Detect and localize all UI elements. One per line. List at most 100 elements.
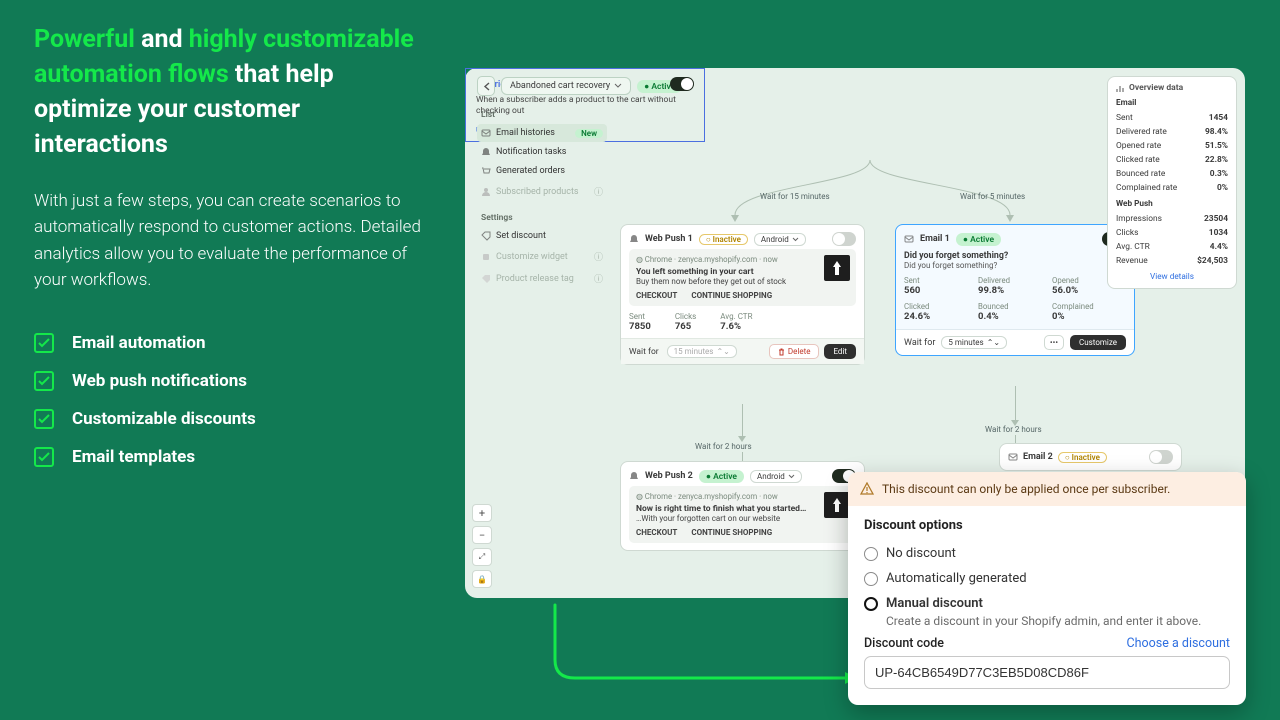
warning-banner: This discount can only be applied once p… [848, 472, 1246, 506]
callout-arrow [545, 600, 865, 690]
wait-label: Wait for 2 hours [985, 425, 1042, 434]
wait-for-label: Wait for [629, 347, 659, 357]
sidebar-item-customize-widget[interactable]: Customize widgetⓘ [477, 246, 607, 267]
email1-node[interactable]: Email 1 ● Active Did you forget somethin… [895, 224, 1135, 356]
headline: Powerful and highly customizable automat… [34, 22, 434, 162]
platform-select[interactable]: Android [754, 233, 806, 246]
zoom-out-button[interactable]: − [472, 526, 492, 544]
edit-button[interactable]: Edit [824, 344, 856, 359]
sidebar-item-product-release-tag[interactable]: Product release tagⓘ [477, 268, 607, 289]
wait-label: Wait for 15 minutes [760, 192, 830, 201]
view-details-link[interactable]: View details [1116, 272, 1228, 282]
sidebar: List Email historiesNew Notification tas… [477, 110, 607, 290]
radio-icon [864, 597, 878, 611]
workflow-title: Abandoned cart recovery [510, 81, 610, 91]
push-preview: ◍ Chrome · zenyca.myshopify.com · now No… [629, 486, 856, 543]
check-icon [34, 447, 54, 467]
preview-cta: CONTINUE SHOPPING [691, 291, 772, 300]
canvas-controls: + − ⤢ 🔒 [472, 504, 492, 588]
webpush2-node[interactable]: Web Push 2 ● Active Android ◍ Chrome · z… [620, 461, 865, 551]
body-copy: With just a few steps, you can create sc… [34, 188, 434, 293]
more-button[interactable]: ••• [1044, 335, 1064, 350]
lock-button[interactable]: 🔒 [472, 570, 492, 588]
connector [1015, 386, 1016, 420]
preview-cta: CHECKOUT [636, 291, 677, 300]
node-toggle[interactable] [1149, 450, 1173, 464]
webpush1-node[interactable]: Web Push 1 ○ Inactive Android ◍ Chrome ·… [620, 224, 865, 365]
stats-row: Sent7850 Clicks765 Avg. CTR7.6% [629, 312, 856, 332]
discount-code-label: Discount code [864, 636, 944, 651]
info-icon: ⓘ [594, 185, 603, 198]
check-icon [34, 333, 54, 353]
info-icon: ⓘ [594, 250, 603, 263]
sidebar-list-heading: List [481, 110, 607, 120]
status-badge: ● Active [699, 470, 744, 483]
preview-thumb [824, 492, 850, 518]
radio-manual-discount[interactable]: Manual discount [864, 591, 1230, 616]
back-button[interactable] [477, 76, 495, 96]
radio-icon [864, 572, 878, 586]
wait-for-label: Wait for [904, 338, 935, 348]
feature-item: Customizable discounts [34, 409, 434, 429]
discount-heading: Discount options [864, 518, 1230, 533]
bell-icon [481, 147, 491, 157]
cart-icon [481, 166, 491, 176]
wait-label: Wait for 2 hours [695, 442, 752, 451]
sidebar-item-subscribed-products[interactable]: Subscribed productsⓘ [477, 181, 607, 202]
email-metrics: Sent560 Delivered99.8% Opened56.0% Click… [904, 276, 1126, 322]
sidebar-item-generated-orders[interactable]: Generated orders [477, 162, 607, 180]
feature-item: Email templates [34, 447, 434, 467]
email2-node[interactable]: Email 2 ○ Inactive [999, 443, 1182, 471]
headline-strong-1: Powerful [34, 25, 135, 54]
user-icon [481, 187, 491, 197]
wait-select[interactable]: 15 minutes ⌃⌄ [667, 345, 737, 358]
tag-icon [481, 231, 491, 241]
customize-button[interactable]: Customize [1070, 335, 1126, 350]
overview-panel: Overview data Email Sent1454 Delivered r… [1107, 76, 1237, 289]
discount-code-input[interactable] [864, 656, 1230, 689]
wait-select[interactable]: 5 minutes ⌃⌄ [941, 336, 1007, 349]
zoom-in-button[interactable]: + [472, 504, 492, 522]
delete-button[interactable]: Delete [769, 344, 820, 359]
trigger-toggle[interactable] [670, 77, 694, 91]
bell-icon [629, 234, 639, 244]
manual-hint: Create a discount in your Shopify admin,… [886, 614, 1230, 628]
tag-icon [481, 274, 491, 284]
radio-icon [864, 547, 878, 561]
preview-cta: CHECKOUT [636, 528, 677, 537]
node-toggle[interactable] [832, 232, 856, 246]
workflow-title-chip[interactable]: Abandoned cart recovery [501, 77, 631, 95]
node-title: Email 1 [920, 234, 950, 244]
check-icon [34, 371, 54, 391]
mail-icon [904, 234, 914, 244]
sidebar-item-set-discount[interactable]: Set discount [477, 227, 607, 245]
check-icon [34, 409, 54, 429]
new-badge: New [575, 129, 603, 138]
preview-thumb [824, 255, 850, 281]
info-icon: ⓘ [594, 272, 603, 285]
chrome-icon: ◍ [636, 255, 643, 264]
chevron-down-icon [614, 83, 622, 89]
sidebar-item-email-histories[interactable]: Email historiesNew [477, 124, 607, 142]
push-preview: ◍ Chrome · zenyca.myshopify.com · now Yo… [629, 249, 856, 306]
fit-button[interactable]: ⤢ [472, 548, 492, 566]
wait-label: Wait for 5 minutes [960, 192, 1025, 201]
radio-no-discount[interactable]: No discount [864, 541, 1230, 566]
mail-icon [1008, 452, 1018, 462]
node-title: Web Push 1 [645, 234, 693, 244]
platform-select[interactable]: Android [750, 470, 802, 483]
node-title: Email 2 [1023, 452, 1053, 462]
status-badge: ● Active [956, 233, 1001, 246]
preview-cta: CONTINUE SHOPPING [691, 528, 772, 537]
sidebar-item-notification-tasks[interactable]: Notification tasks [477, 143, 607, 161]
paint-icon [481, 252, 491, 262]
chart-icon [1116, 84, 1125, 93]
sidebar-settings-heading: Settings [481, 213, 607, 223]
chrome-icon: ◍ [636, 492, 643, 501]
connector [742, 404, 743, 436]
discount-popover: This discount can only be applied once p… [848, 472, 1246, 705]
feature-item: Email automation [34, 333, 434, 353]
choose-discount-link[interactable]: Choose a discount [1127, 636, 1230, 651]
warning-icon [860, 482, 874, 496]
radio-auto-generated[interactable]: Automatically generated [864, 566, 1230, 591]
